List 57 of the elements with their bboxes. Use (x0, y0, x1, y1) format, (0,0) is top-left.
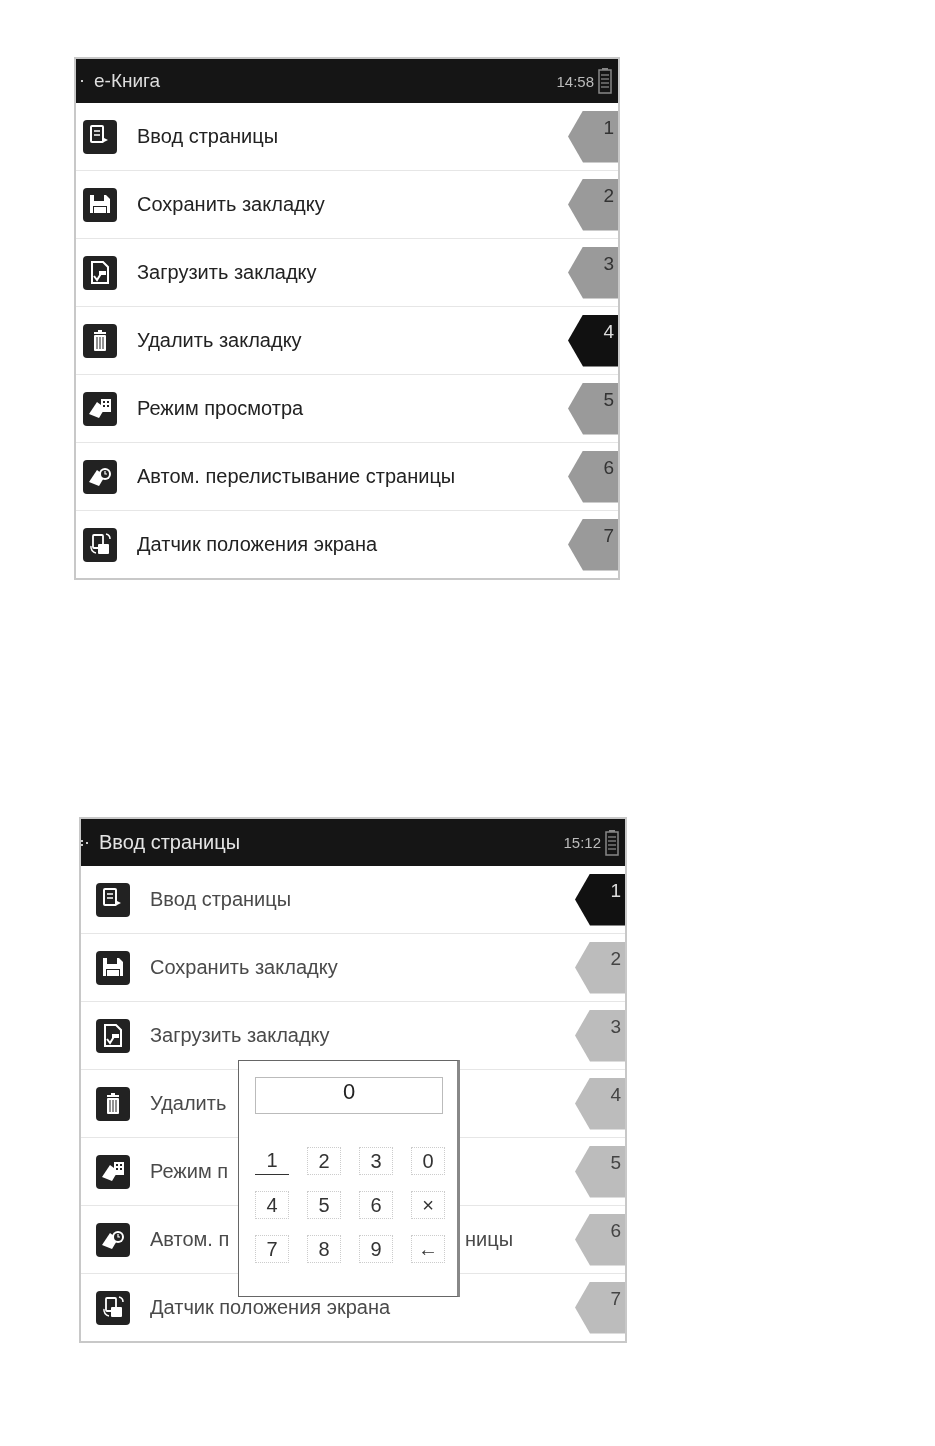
keypad-key[interactable]: 5 (307, 1191, 341, 1219)
menu-item-label: ницы (465, 1228, 514, 1251)
number-tab[interactable]: 5 (568, 382, 618, 435)
keypad-key[interactable]: 7 (255, 1235, 289, 1263)
number-tab[interactable]: 7 (568, 518, 618, 571)
number-tab[interactable]: 3 (575, 1009, 625, 1062)
number-tab[interactable]: 1 (575, 873, 625, 926)
trash-icon (96, 1086, 130, 1121)
menu-item-label[interactable]: Сохранить закладку (150, 956, 338, 979)
cards-grid-icon (83, 391, 117, 426)
menu-item-label[interactable]: Ввод страницы (150, 888, 292, 911)
keypad-key[interactable]: 4 (255, 1191, 289, 1219)
clock-time: 14:58 (556, 72, 594, 90)
keypad-key[interactable]: 6 (359, 1191, 393, 1219)
menu-item-label[interactable]: Автом. перелистывание страницы (137, 465, 456, 488)
keypad-key[interactable]: 3 (359, 1147, 393, 1175)
number-tab[interactable]: 5 (575, 1145, 625, 1198)
clock-time: 15:12 (563, 834, 601, 851)
number-tab[interactable]: 2 (568, 178, 618, 231)
menu-item-label[interactable]: Ввод страницы (137, 125, 279, 148)
document-check-icon (83, 255, 117, 290)
number-tab[interactable]: 1 (568, 110, 618, 163)
menu-item-label[interactable]: Режим п (150, 1160, 229, 1183)
menu-item-label[interactable]: Датчик положения экрана (137, 533, 378, 556)
keypad-key[interactable]: 0 (411, 1147, 445, 1175)
menu-item-label[interactable]: Датчик положения экрана (150, 1296, 391, 1319)
number-tab[interactable]: 2 (575, 941, 625, 994)
rotate-device-icon (96, 1290, 130, 1325)
document-check-icon (96, 1018, 130, 1053)
trash-icon (83, 323, 117, 358)
screen-title: Ввод страницы (99, 831, 242, 854)
menu-item-label[interactable]: Загрузить закладку (150, 1024, 330, 1047)
keypad-key[interactable]: ← (411, 1235, 445, 1263)
page-number-field[interactable]: 0 (255, 1077, 443, 1114)
number-tab[interactable]: 7 (575, 1281, 625, 1334)
battery-icon (605, 829, 619, 856)
keypad-key[interactable]: 2 (307, 1147, 341, 1175)
cards-clock-icon (83, 459, 117, 494)
number-tab[interactable]: 4 (575, 1077, 625, 1130)
menu-item-label[interactable]: Автом. п (150, 1228, 230, 1251)
number-tab[interactable]: 3 (568, 246, 618, 299)
cards-grid-icon (96, 1154, 130, 1189)
rotate-device-icon (83, 527, 117, 562)
menu-item-label[interactable]: Удалить закладку (137, 329, 302, 352)
keypad-key[interactable]: 8 (307, 1235, 341, 1263)
keypad-key[interactable]: × (411, 1191, 445, 1219)
number-tab[interactable]: 4 (568, 314, 618, 367)
battery-icon (598, 68, 612, 94)
menu-item-label[interactable]: Режим просмотра (137, 397, 304, 420)
keypad-key[interactable]: 9 (359, 1235, 393, 1263)
menu-item-label[interactable]: Загрузить закладку (137, 261, 317, 284)
screen-title: е-Книга (94, 70, 162, 92)
menu-item-label[interactable]: Удалить (150, 1092, 227, 1115)
menu-item-label[interactable]: Сохранить закладку (137, 193, 325, 216)
number-tab[interactable]: 6 (568, 450, 618, 503)
number-tab[interactable]: 6 (575, 1213, 625, 1266)
cards-clock-icon (96, 1222, 130, 1257)
